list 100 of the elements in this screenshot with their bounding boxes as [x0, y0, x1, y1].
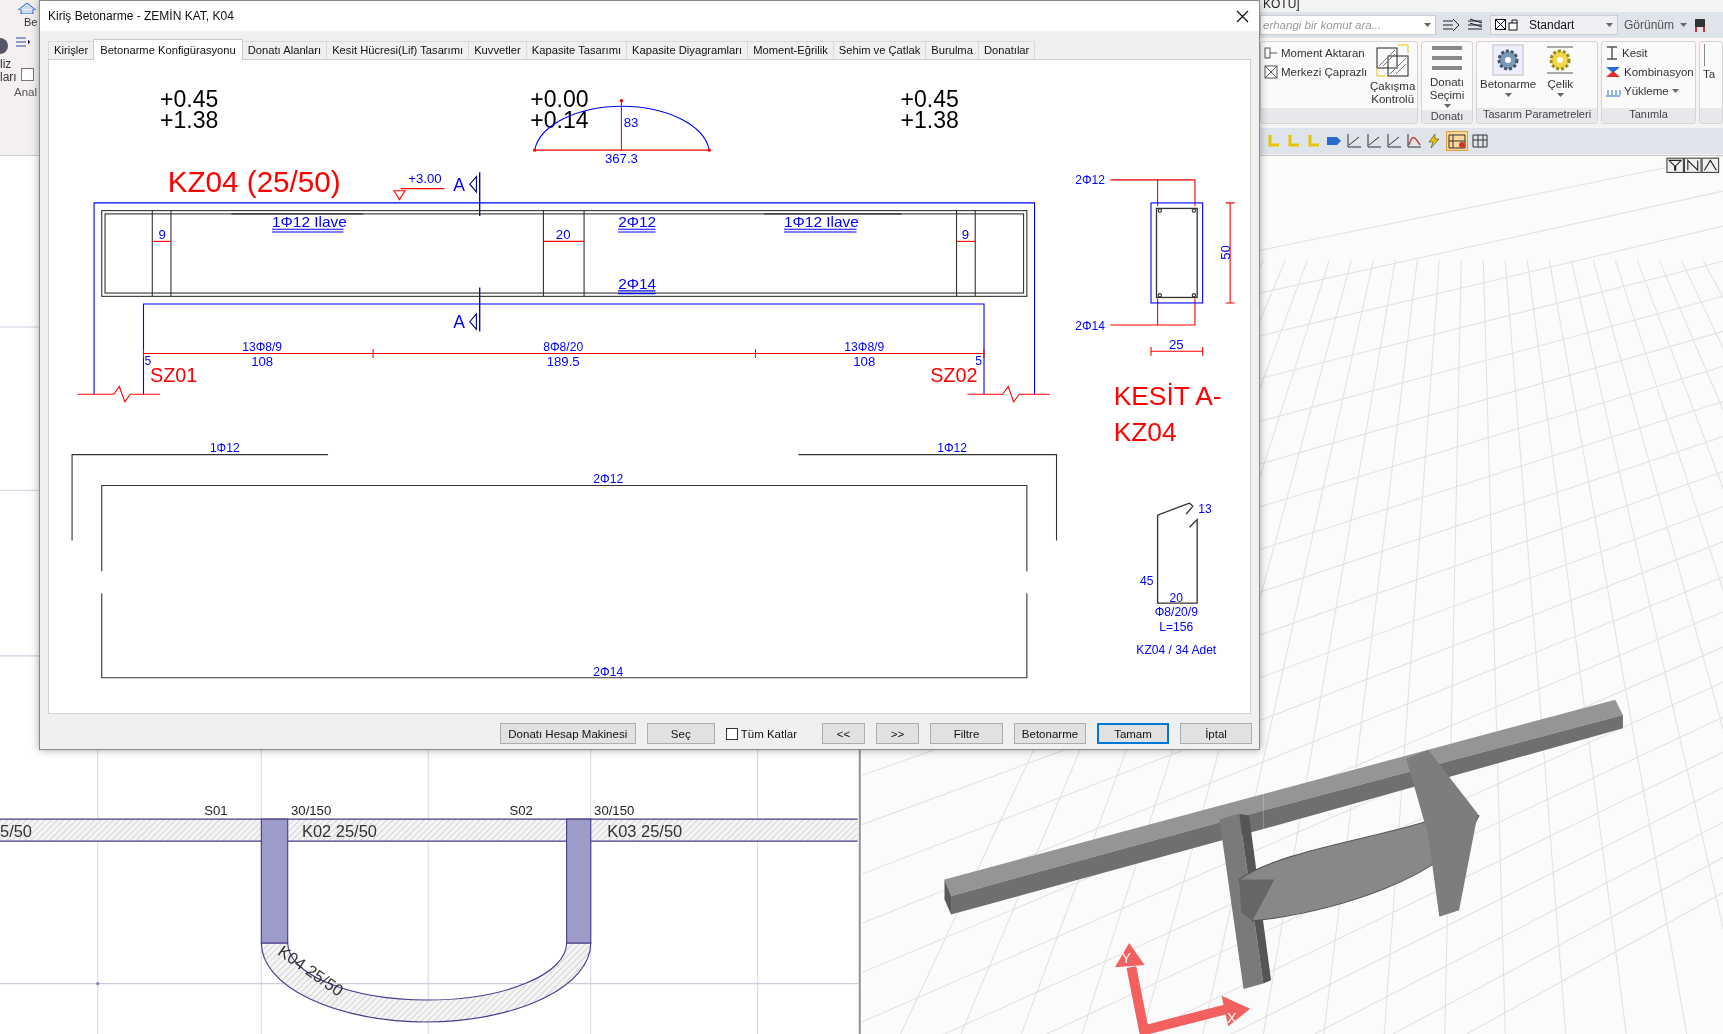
ribbon-button[interactable]: Merkezi Çaprazlı: [1264, 65, 1368, 79]
rebar-label: 2Φ12: [593, 472, 624, 487]
rebar-label: 2Φ12: [1075, 173, 1105, 188]
ribbon-button[interactable]: Donatı Seçimi: [1425, 44, 1469, 108]
dimension-label: 5: [144, 353, 152, 368]
tab[interactable]: Kesit Hücresi(Lif) Tasarımı: [326, 41, 470, 59]
up-arrow-icon[interactable]: [1701, 157, 1720, 173]
dimension-label: 20: [1169, 590, 1183, 605]
ribbon-button[interactable]: Moment Aktaran: [1264, 46, 1368, 60]
dimension-label: 45: [1140, 574, 1154, 589]
tab[interactable]: Kirişler: [48, 41, 95, 59]
dialog-button[interactable]: İptal: [1180, 723, 1252, 744]
dialog-button[interactable]: Betonarme: [1014, 723, 1086, 744]
rebar-label: 2Φ12: [618, 213, 657, 231]
group-label: Donatı: [1422, 110, 1472, 123]
home-icon[interactable]: [16, 2, 38, 14]
dimension-label: 50: [1218, 245, 1234, 260]
dimension-label: 367.3: [604, 151, 638, 167]
view-menu[interactable]: Görünüm: [1624, 18, 1688, 32]
beam-icon: [1264, 46, 1278, 60]
beam-title: KZ04 (25/50): [167, 164, 341, 198]
graph-icon[interactable]: [1386, 133, 1402, 149]
ribbon-button[interactable]: Kombinasyon: [1605, 65, 1694, 79]
tab[interactable]: Kapasite Tasarımı: [525, 41, 628, 59]
beam-label: 5/50: [0, 821, 33, 840]
rebar-label: 2Φ14: [1075, 319, 1105, 334]
tab[interactable]: Donatılar: [977, 41, 1036, 59]
curve-icon[interactable]: [1406, 133, 1422, 149]
dialog-button[interactable]: >>: [876, 723, 919, 744]
column-size-label: 30/150: [594, 802, 635, 818]
zigzag-icon[interactable]: [1683, 157, 1702, 173]
dropdown-arrow-icon: [1606, 23, 1613, 27]
section-mark-label: A: [453, 174, 466, 195]
tab[interactable]: Sehim ve Çatlak: [832, 41, 927, 59]
tab[interactable]: Moment-Eğrilik: [747, 41, 834, 59]
dimension-label: 13: [1198, 501, 1212, 516]
dialog-button[interactable]: <<: [822, 723, 865, 744]
section-mark-label: A: [453, 312, 466, 333]
stirrup-label: KZ04 / 34 Adet: [1136, 642, 1217, 657]
dialog-button[interactable]: Seç: [646, 723, 715, 744]
graph-icon[interactable]: [1366, 133, 1382, 149]
dimension-label: 9: [158, 227, 166, 243]
dimension-label: 9: [961, 227, 969, 243]
group-label: Anal: [14, 86, 38, 98]
axis-label: Y: [1121, 949, 1132, 966]
graph-icon[interactable]: [1346, 133, 1362, 149]
stirrup-label: Φ8/20/9: [1154, 605, 1198, 620]
support-label: SZ02: [930, 364, 978, 387]
dropdown-arrow-icon: [1680, 23, 1688, 27]
ribbon-button[interactable]: Kesit: [1605, 46, 1694, 60]
beam-label: K02 25/50: [301, 821, 377, 840]
layers-icon[interactable]: [1466, 18, 1484, 32]
lightning-icon[interactable]: [1426, 133, 1442, 149]
style-combo[interactable]: Standart: [1490, 15, 1618, 35]
rebar-label: 1Φ12: [937, 441, 968, 456]
support-label: SZ01: [150, 364, 198, 387]
list-icon[interactable]: [15, 36, 31, 50]
tab[interactable]: Kapasite Diyagramları: [626, 41, 749, 59]
ribbon-label: Be: [24, 16, 38, 28]
overlap-icon: [1375, 44, 1410, 78]
ribbon-button[interactable]: Çelik: [1540, 44, 1581, 97]
i-beam-icon: [1605, 46, 1619, 60]
column-label: S01: [204, 802, 228, 818]
section-cut-icon: [469, 286, 481, 333]
filter-icon[interactable]: [1666, 157, 1684, 173]
rebar-label: 1Φ12: [209, 441, 240, 456]
bar-icon: [1703, 44, 1706, 66]
dialog-button[interactable]: Tamam: [1097, 723, 1169, 744]
dropdown-arrow-icon: [1424, 23, 1431, 27]
level-marker-icon: [393, 188, 446, 201]
ribbon-label: ları: [0, 71, 17, 84]
layers-icon[interactable]: [1442, 18, 1460, 32]
dialog-button[interactable]: Donatı Hesap Makinesi: [499, 723, 636, 744]
checkbox[interactable]: [725, 727, 738, 740]
dialog-button[interactable]: Filtre: [930, 723, 1003, 744]
checkbox-icon[interactable]: [20, 68, 34, 81]
dimension-label: 108: [251, 353, 274, 369]
column-label: S02: [509, 802, 533, 818]
rebar-label: 2Φ14: [618, 274, 657, 292]
table-icon[interactable]: [1472, 133, 1488, 149]
ribbon-button[interactable]: Betonarme: [1480, 44, 1537, 97]
section-cut-icon: [469, 171, 481, 217]
stirrup-label: 8Φ8/20: [543, 340, 584, 355]
dimension-label: 25: [1168, 337, 1184, 353]
group-label: Tasarım Parametreleri: [1477, 108, 1597, 123]
tab[interactable]: Betonarme Konfigürasyonu: [93, 39, 243, 60]
ribbon-button[interactable]: Ta: [1703, 44, 1716, 81]
brace-icon: [1264, 65, 1278, 79]
ribbon-button[interactable]: Çakışma Kontrolü: [1371, 44, 1414, 106]
close-icon[interactable]: [1236, 9, 1249, 23]
window-title: KOTU]: [1262, 0, 1301, 12]
dimension-label: 20: [555, 227, 571, 243]
search-field[interactable]: erhangi bir komut ara...: [1260, 15, 1436, 35]
dimension-label: 5: [975, 353, 982, 368]
dimension-label: 108: [853, 353, 876, 369]
elevation-label: +1.38: [159, 107, 219, 134]
table-icon[interactable]: [1446, 131, 1468, 151]
checkbox-label[interactable]: Tüm Katlar: [725, 727, 797, 740]
rebar-label: 1Φ12 Ilave: [272, 213, 347, 231]
ribbon-button[interactable]: Yükleme: [1605, 84, 1694, 98]
